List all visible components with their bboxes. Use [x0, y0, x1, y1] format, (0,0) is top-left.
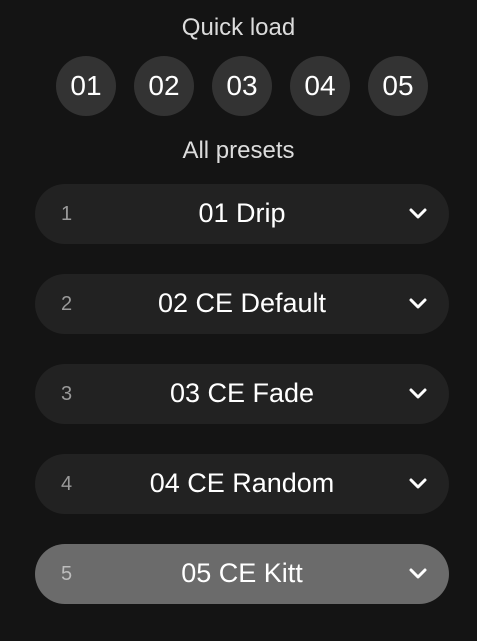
- preset-row-4[interactable]: 4 04 CE Random: [35, 454, 449, 514]
- preset-row-5-selected[interactable]: 5 05 CE Kitt: [35, 544, 449, 604]
- preset-index: 1: [61, 203, 73, 225]
- quick-load-button-04[interactable]: 04: [290, 56, 350, 116]
- quick-load-button-02[interactable]: 02: [134, 56, 194, 116]
- preset-index: 5: [61, 563, 73, 585]
- chevron-down-icon[interactable]: [407, 563, 429, 585]
- chevron-down-icon[interactable]: [407, 293, 429, 315]
- quick-load-title: Quick load: [181, 14, 296, 41]
- preset-name: 05 CE Kitt: [181, 558, 303, 588]
- preset-name: 01 Drip: [198, 198, 286, 228]
- chevron-down-icon[interactable]: [407, 203, 429, 225]
- quick-load-button-03[interactable]: 03: [212, 56, 272, 116]
- quick-load-button-01[interactable]: 01: [56, 56, 116, 116]
- preset-index: 3: [61, 383, 73, 405]
- all-presets-title: All presets: [182, 137, 295, 164]
- preset-index: 2: [61, 293, 73, 315]
- chevron-down-icon[interactable]: [407, 383, 429, 405]
- preset-row-1[interactable]: 1 01 Drip: [35, 184, 449, 244]
- preset-row-3[interactable]: 3 03 CE Fade: [35, 364, 449, 424]
- quick-load-button-05[interactable]: 05: [368, 56, 428, 116]
- quick-load-buttons: 01 02 03 04 05: [56, 56, 428, 116]
- preset-name: 03 CE Fade: [169, 378, 315, 408]
- chevron-down-icon[interactable]: [407, 473, 429, 495]
- preset-row-2[interactable]: 2 02 CE Default: [35, 274, 449, 334]
- preset-name: 04 CE Random: [149, 468, 335, 498]
- preset-name: 02 CE Default: [157, 288, 327, 318]
- preset-index: 4: [61, 473, 73, 495]
